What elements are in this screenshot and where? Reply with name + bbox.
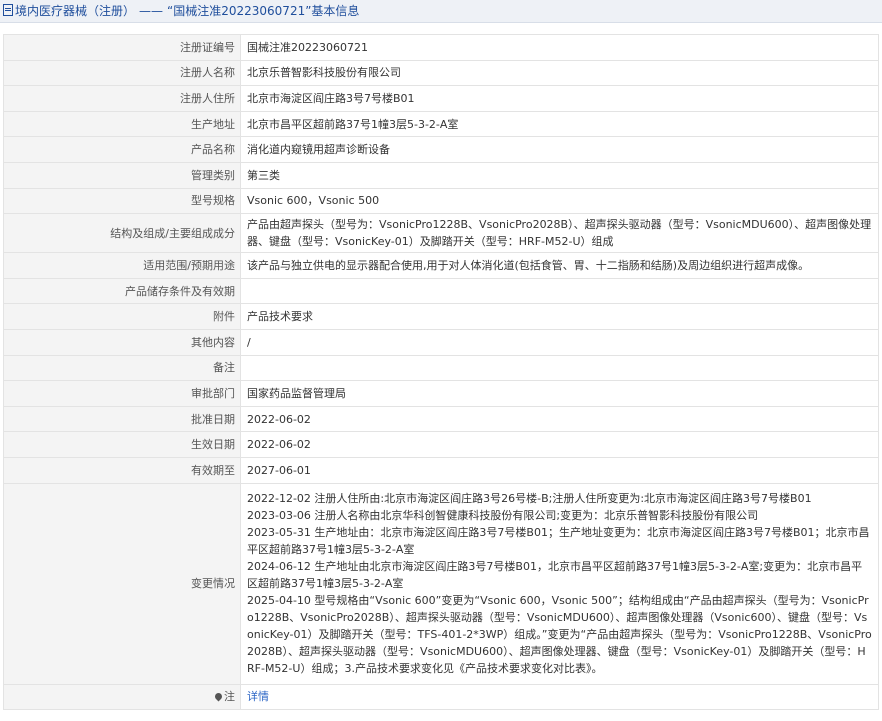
field-label: 管理类别 (3, 161, 241, 189)
table-row: 批准日期 2022-06-02 (3, 405, 879, 433)
table-row: 注册人住所 北京市海淀区阎庄路3号7号楼B01 (3, 85, 879, 112)
header-title: “国械注准20223060721”基本信息 (167, 4, 360, 18)
field-value: 2022-06-02 (240, 405, 879, 433)
pin-icon (213, 691, 224, 702)
field-value: 北京市昌平区超前路37号1幢3层5-3-2-A室 (240, 110, 879, 138)
field-value: 产品由超声探头（型号为：VsonicPro1228B、VsonicPro2028… (240, 213, 879, 254)
change-history-value: 2022-12-02 注册人住所由:北京市海淀区阎庄路3号26号楼-B;注册人住… (240, 482, 879, 685)
field-label: 附件 (3, 303, 241, 330)
table-row: 生效日期 2022-06-02 (3, 431, 879, 458)
note-label-cell: 注 (3, 683, 241, 711)
field-value: 消化道内窥镜用超声诊断设备 (240, 136, 879, 163)
note-row: 注 详情 (3, 683, 879, 711)
table-row: 产品储存条件及有效期 (3, 277, 879, 305)
header-category: 境内医疗器械（注册） (15, 4, 136, 18)
field-label: 其他内容 (3, 328, 241, 356)
field-value: 产品技术要求 (240, 303, 879, 330)
field-label: 生效日期 (3, 431, 241, 458)
field-label: 注册证编号 (3, 34, 241, 61)
field-label: 产品名称 (3, 136, 241, 163)
field-value: 国家药品监督管理局 (240, 380, 879, 407)
field-value: 第三类 (240, 161, 879, 189)
header-separator: —— (139, 4, 164, 18)
field-label: 有效期至 (3, 456, 241, 484)
table-row: 产品名称 消化道内窥镜用超声诊断设备 (3, 136, 879, 163)
field-label: 注册人住所 (3, 85, 241, 112)
field-label: 批准日期 (3, 405, 241, 433)
field-value (240, 277, 879, 305)
field-label: 审批部门 (3, 380, 241, 407)
table-row: 型号规格 Vsonic 600，Vsonic 500 (3, 187, 879, 215)
table-row: 有效期至 2027-06-01 (3, 456, 879, 484)
table-row: 注册证编号 国械注准20223060721 (3, 34, 879, 61)
table-row: 管理类别 第三类 (3, 161, 879, 189)
change-entry: 2022-12-02 注册人住所由:北京市海淀区阎庄路3号26号楼-B;注册人住… (247, 492, 812, 505)
change-history-label: 变更情况 (3, 482, 241, 685)
table-row: 附件 产品技术要求 (3, 303, 879, 330)
field-value: Vsonic 600，Vsonic 500 (240, 187, 879, 215)
field-value: 国械注准20223060721 (240, 34, 879, 61)
field-value: 该产品与独立供电的显示器配合使用,用于对人体消化道(包括食管、胃、十二指肠和结肠… (240, 252, 879, 279)
field-label: 注册人名称 (3, 59, 241, 87)
field-label: 适用范围/预期用途 (3, 252, 241, 279)
table-row: 注册人名称 北京乐普智影科技股份有限公司 (3, 59, 879, 87)
table-row: 结构及组成/主要组成成分 产品由超声探头（型号为：VsonicPro1228B、… (3, 213, 879, 254)
note-label: 注 (224, 690, 235, 704)
change-entry: 2024-06-12 生产地址由北京市海淀区阎庄路3号7号楼B01，北京市昌平区… (247, 560, 863, 590)
field-value (240, 354, 879, 382)
field-label: 产品储存条件及有效期 (3, 277, 241, 305)
change-entry: 2025-04-10 型号规格由“Vsonic 600”变更为“Vsonic 6… (247, 594, 872, 675)
field-label: 结构及组成/主要组成成分 (3, 213, 241, 254)
field-value: 北京市海淀区阎庄路3号7号楼B01 (240, 85, 879, 112)
table-row: 生产地址 北京市昌平区超前路37号1幢3层5-3-2-A室 (3, 110, 879, 138)
document-icon (3, 4, 13, 16)
note-value: 详情 (240, 683, 879, 711)
field-label: 生产地址 (3, 110, 241, 138)
detail-link[interactable]: 详情 (247, 690, 269, 703)
field-value: / (240, 328, 879, 356)
change-entry: 2023-05-31 生产地址由：北京市海淀区阎庄路3号7号楼B01；生产地址变… (247, 526, 870, 556)
field-label: 型号规格 (3, 187, 241, 215)
device-info-table: 注册证编号 国械注准20223060721 注册人名称 北京乐普智影科技股份有限… (3, 34, 879, 711)
table-row: 备注 (3, 354, 879, 382)
field-value: 2027-06-01 (240, 456, 879, 484)
page-header: 境内医疗器械（注册） —— “国械注准20223060721”基本信息 (0, 0, 882, 23)
table-row: 其他内容 / (3, 328, 879, 356)
field-value: 2022-06-02 (240, 431, 879, 458)
field-label: 备注 (3, 354, 241, 382)
change-entry: 2023-03-06 注册人名称由北京华科创智健康科技股份有限公司;变更为：北京… (247, 509, 759, 522)
table-row: 适用范围/预期用途 该产品与独立供电的显示器配合使用,用于对人体消化道(包括食管… (3, 252, 879, 279)
field-value: 北京乐普智影科技股份有限公司 (240, 59, 879, 87)
change-history-row: 变更情况 2022-12-02 注册人住所由:北京市海淀区阎庄路3号26号楼-B… (3, 482, 879, 685)
table-row: 审批部门 国家药品监督管理局 (3, 380, 879, 407)
